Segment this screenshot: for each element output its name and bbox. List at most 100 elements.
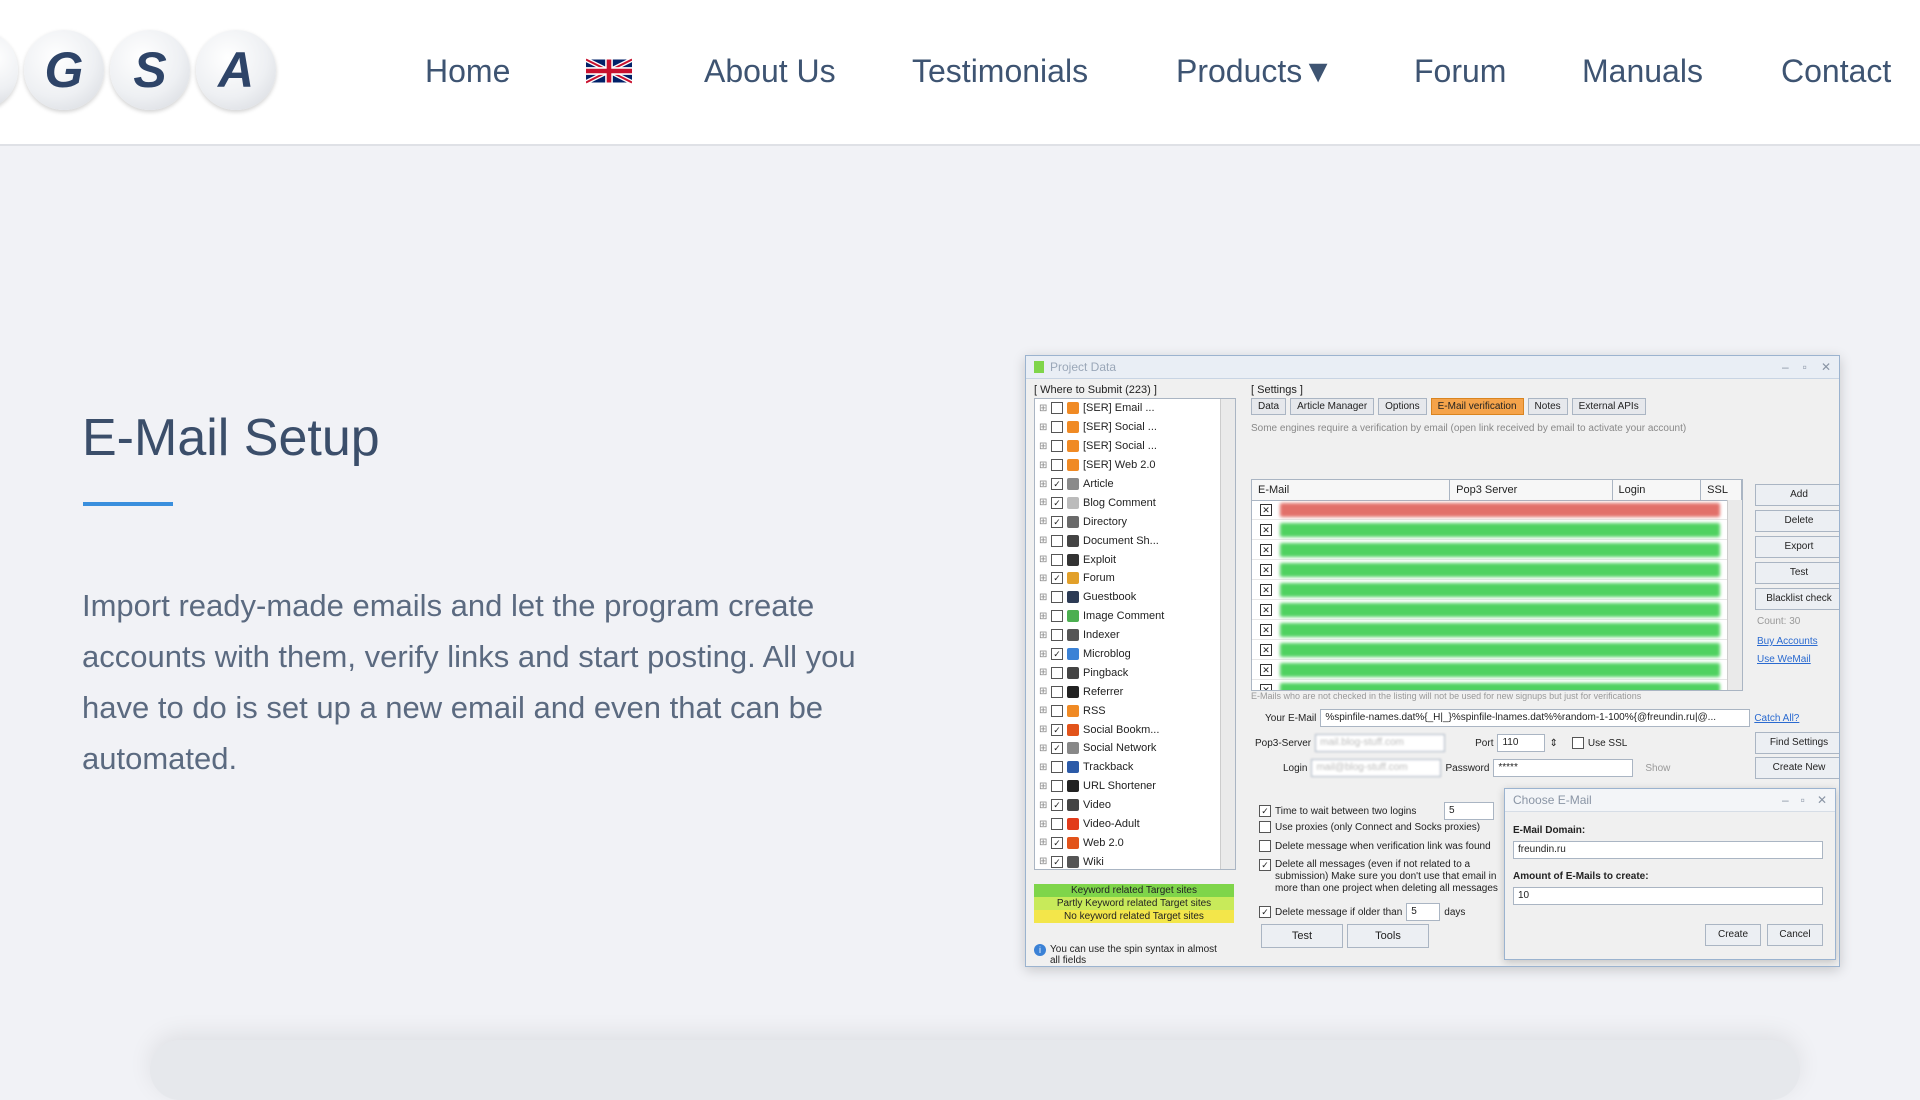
show-password-toggle[interactable]: Show (1645, 763, 1670, 774)
delete-older-checkbox[interactable]: ✓ (1259, 906, 1271, 918)
row-checkbox[interactable]: ✕ (1260, 503, 1272, 516)
row-checkbox[interactable]: ✕ (1260, 523, 1272, 536)
tree-checkbox[interactable] (1051, 685, 1063, 698)
tree-item[interactable]: ⊞ ✓ Web 2.0 (1035, 833, 1235, 852)
col-pop3-server[interactable]: Pop3 Server (1450, 480, 1613, 500)
expand-icon[interactable]: ⊞ (1039, 403, 1047, 414)
row-checkbox[interactable]: ✕ (1260, 643, 1272, 656)
tree-item[interactable]: ⊞ ✓ Directory (1035, 512, 1235, 531)
tree-checkbox[interactable] (1051, 780, 1063, 793)
expand-icon[interactable]: ⊞ (1039, 592, 1047, 603)
option-wait-logins[interactable]: ✓ Time to wait between two logins 5 (1259, 802, 1494, 820)
tree-checkbox[interactable] (1051, 591, 1063, 604)
tree-item[interactable]: ⊞ RSS (1035, 701, 1235, 720)
tree-item[interactable]: ⊞ Document Sh... (1035, 531, 1235, 550)
email-row[interactable]: ✕ (1252, 640, 1728, 660)
expand-icon[interactable]: ⊞ (1039, 535, 1047, 546)
expand-icon[interactable]: ⊞ (1039, 479, 1047, 490)
email-row[interactable]: ✕ (1252, 500, 1728, 520)
expand-icon[interactable]: ⊞ (1039, 497, 1047, 508)
expand-icon[interactable]: ⊞ (1039, 516, 1047, 527)
expand-icon[interactable]: ⊞ (1039, 705, 1047, 716)
tree-checkbox[interactable] (1051, 402, 1063, 415)
platform-tree[interactable]: ⊞ [SER] Email ... ⊞ [SER] Social ... ⊞ [SER] … (1034, 398, 1236, 870)
option-use-proxies[interactable]: Use proxies (only Connect and Socks prox… (1259, 821, 1515, 833)
tree-checkbox[interactable]: ✓ (1051, 723, 1063, 736)
option-delete-all[interactable]: ✓ Delete all messages (even if not relat… (1259, 859, 1515, 895)
row-checkbox[interactable]: ✕ (1260, 563, 1272, 576)
grid-scrollbar[interactable] (1727, 500, 1742, 690)
amount-input[interactable]: 10 (1513, 887, 1823, 905)
email-row[interactable]: ✕ (1252, 540, 1728, 560)
use-proxies-checkbox[interactable] (1259, 821, 1271, 833)
delete-message-checkbox[interactable] (1259, 840, 1271, 852)
wait-logins-checkbox[interactable]: ✓ (1259, 805, 1271, 817)
email-row[interactable]: ✕ (1252, 620, 1728, 640)
email-row[interactable]: ✕ (1252, 680, 1728, 690)
tree-item[interactable]: ⊞ ✓ Blog Comment (1035, 493, 1235, 512)
delete-all-checkbox[interactable]: ✓ (1259, 859, 1271, 871)
tree-checkbox[interactable] (1051, 459, 1063, 472)
tree-item[interactable]: ⊞ Trackback (1035, 758, 1235, 777)
expand-icon[interactable]: ⊞ (1039, 743, 1047, 754)
tree-item[interactable]: ⊞ Referrer (1035, 682, 1235, 701)
row-checkbox[interactable]: ✕ (1260, 683, 1272, 690)
add-button[interactable]: Add (1755, 484, 1839, 506)
row-checkbox[interactable]: ✕ (1260, 603, 1272, 616)
tree-checkbox[interactable] (1051, 818, 1063, 831)
expand-icon[interactable]: ⊞ (1039, 554, 1047, 565)
tree-item[interactable]: ⊞ ✓ Social Bookm... (1035, 720, 1235, 739)
row-checkbox[interactable]: ✕ (1260, 583, 1272, 596)
expand-icon[interactable]: ⊞ (1039, 611, 1047, 622)
option-delete-older[interactable]: ✓ Delete message if older than 5 days (1259, 903, 1465, 921)
test-email-button[interactable]: Test (1755, 562, 1839, 584)
test-button[interactable]: Test (1261, 924, 1343, 948)
settings-tab[interactable]: E-Mail verification (1430, 398, 1524, 415)
tree-checkbox[interactable]: ✓ (1051, 648, 1063, 661)
tree-checkbox[interactable] (1051, 704, 1063, 717)
dialog-close-icon[interactable]: ✕ (1817, 793, 1827, 807)
minimize-icon[interactable]: – (1782, 360, 1789, 374)
tree-checkbox[interactable] (1051, 534, 1063, 547)
settings-tab[interactable]: Notes (1527, 398, 1568, 415)
tree-checkbox[interactable] (1051, 629, 1063, 642)
maximize-icon[interactable]: ▫ (1803, 360, 1807, 374)
tree-item[interactable]: ⊞ ✓ Forum (1035, 569, 1235, 588)
password-input[interactable]: ***** (1493, 759, 1634, 777)
tree-item[interactable]: ⊞ Indexer (1035, 626, 1235, 645)
tree-item[interactable]: ⊞ Exploit (1035, 550, 1235, 569)
tree-checkbox[interactable]: ✓ (1051, 742, 1063, 755)
settings-tab[interactable]: Article Manager (1290, 398, 1375, 415)
tree-checkbox[interactable] (1051, 440, 1063, 453)
expand-icon[interactable]: ⊞ (1039, 856, 1047, 867)
port-spinner-icon[interactable]: ⇕ (1549, 738, 1557, 749)
catch-all-link[interactable]: Catch All? (1754, 713, 1799, 724)
tree-checkbox[interactable]: ✓ (1051, 855, 1063, 868)
expand-icon[interactable]: ⊞ (1039, 800, 1047, 811)
dialog-maximize-icon[interactable]: ▫ (1801, 793, 1805, 807)
email-accounts-grid[interactable]: E-Mail Pop3 Server Login SSL ✕ ✕ ✕ ✕ ✕ ✕ ✕ ✕ ✕ ✕ (1251, 479, 1743, 691)
tree-item[interactable]: ⊞ ✓ Microblog (1035, 645, 1235, 664)
close-icon[interactable]: ✕ (1821, 360, 1831, 374)
port-input[interactable]: 110 (1497, 734, 1546, 752)
delete-older-input[interactable]: 5 (1406, 903, 1441, 921)
tree-checkbox[interactable] (1051, 761, 1063, 774)
expand-icon[interactable]: ⊞ (1039, 837, 1047, 848)
tree-checkbox[interactable]: ✓ (1051, 799, 1063, 812)
domain-select[interactable]: freundin.ru (1513, 841, 1823, 859)
expand-icon[interactable]: ⊞ (1039, 460, 1047, 471)
expand-icon[interactable]: ⊞ (1039, 724, 1047, 735)
tree-checkbox[interactable] (1051, 553, 1063, 566)
your-email-input[interactable]: %spinfile-names.dat%{_H|_}%spinfile-lnam… (1320, 709, 1751, 727)
nav-home[interactable]: Home (425, 48, 510, 94)
tree-item[interactable]: ⊞ ✓ Social Network (1035, 739, 1235, 758)
col-ssl[interactable]: SSL (1701, 480, 1742, 500)
nav-products[interactable]: Products▼ (1176, 48, 1334, 94)
tree-checkbox[interactable] (1051, 610, 1063, 623)
expand-icon[interactable]: ⊞ (1039, 573, 1047, 584)
expand-icon[interactable]: ⊞ (1039, 441, 1047, 452)
nav-testimonials[interactable]: Testimonials (912, 48, 1088, 94)
uk-flag-icon[interactable] (586, 58, 632, 84)
nav-about-us[interactable]: About Us (704, 48, 836, 94)
email-row[interactable]: ✕ (1252, 580, 1728, 600)
